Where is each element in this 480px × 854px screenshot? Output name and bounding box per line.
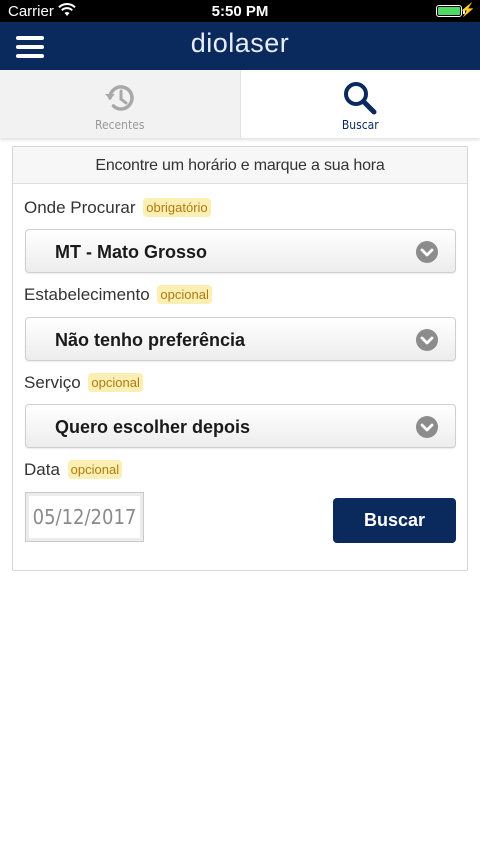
battery-icon — [436, 5, 462, 17]
tab-bar: Recentes Buscar — [0, 70, 480, 138]
app-title: diolaser — [190, 28, 290, 58]
chevron-down-icon — [416, 329, 438, 351]
service-select[interactable]: Quero escolher depois — [25, 404, 456, 448]
optional-badge: opcional — [157, 285, 212, 304]
search-icon — [342, 80, 378, 116]
state-select-value: MT - Mato Grosso — [55, 242, 207, 262]
field-label-estabelecimento: Estabelecimento opcional — [24, 285, 212, 305]
clock: 5:50 PM — [211, 3, 269, 20]
state-select[interactable]: MT - Mato Grosso — [25, 229, 456, 273]
optional-badge: opcional — [67, 460, 123, 479]
field-label-text: Serviço — [24, 373, 81, 392]
app-header: diolaser — [0, 22, 480, 70]
date-input[interactable]: 05/12/2017 — [25, 492, 144, 542]
tab-buscar-label: Buscar — [341, 118, 379, 132]
history-icon — [102, 80, 138, 116]
status-bar: Carrier 5:50 PM ⚡ — [0, 0, 480, 22]
establishment-select-value: Não tenho preferência — [55, 330, 246, 350]
field-label-onde-procurar: Onde Procurar obrigatório — [24, 198, 211, 218]
search-form-card: Encontre um horário e marque a sua hora … — [12, 146, 468, 571]
optional-badge: opcional — [88, 373, 143, 392]
service-select-value: Quero escolher depois — [55, 417, 251, 437]
search-button[interactable]: Buscar — [333, 498, 456, 543]
field-label-text: Estabelecimento — [24, 285, 150, 304]
charging-bolt-icon: ⚡ — [459, 2, 476, 17]
form-heading: Encontre um horário e marque a sua hora — [13, 147, 467, 184]
tab-recentes[interactable]: Recentes — [0, 70, 241, 138]
field-label-text: Data — [24, 460, 60, 479]
field-label-text: Onde Procurar — [24, 198, 136, 217]
chevron-down-icon — [416, 416, 438, 438]
field-label-servico: Serviço opcional — [24, 373, 143, 393]
field-label-data: Data opcional — [24, 460, 123, 480]
tab-recentes-label: Recentes — [94, 118, 145, 132]
tab-buscar[interactable]: Buscar — [240, 70, 480, 138]
required-badge: obrigatório — [143, 198, 211, 217]
establishment-select[interactable]: Não tenho preferência — [25, 317, 456, 361]
chevron-down-icon — [416, 241, 438, 263]
